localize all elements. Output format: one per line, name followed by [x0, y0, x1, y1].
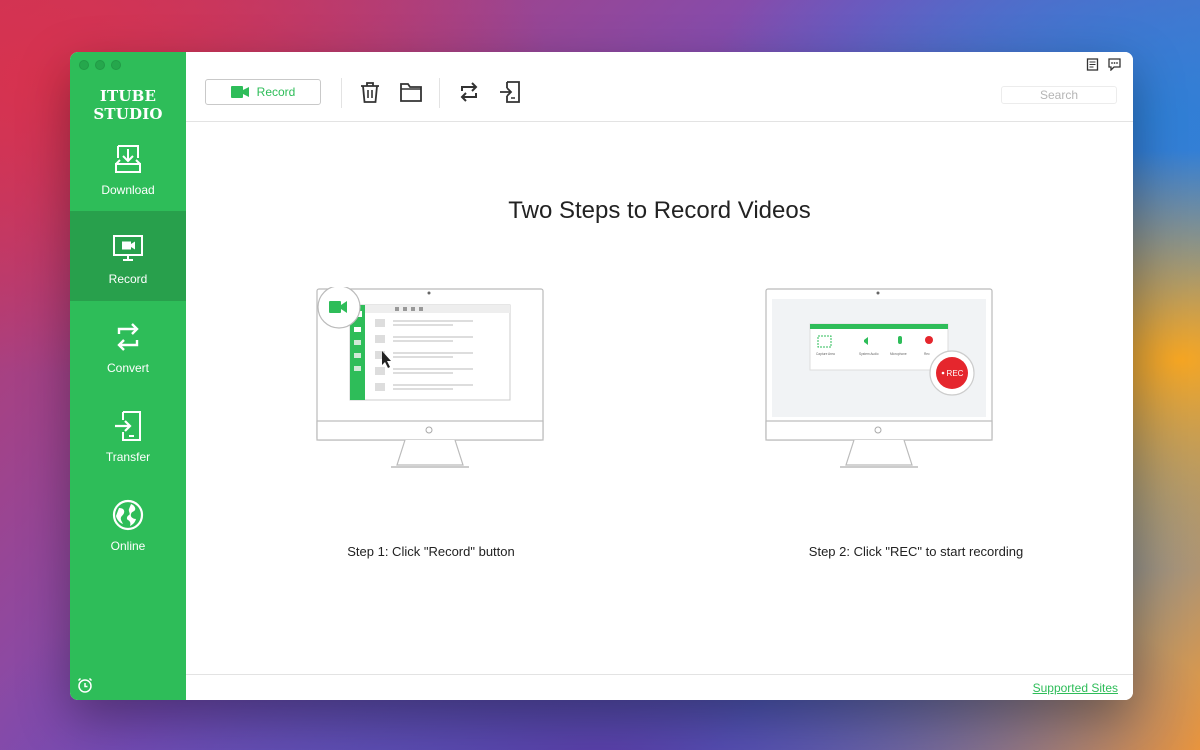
- video-camera-icon: [230, 86, 249, 98]
- zoom-window-button[interactable]: [111, 60, 121, 70]
- search-input[interactable]: [1001, 86, 1117, 104]
- sidebar-item-download[interactable]: Download: [70, 122, 186, 212]
- monitor-icon: [113, 235, 143, 261]
- sidebar-item-label: Online: [110, 539, 146, 553]
- repeat-icon[interactable]: [457, 80, 481, 104]
- record-button[interactable]: Record: [205, 79, 321, 105]
- import-icon[interactable]: [498, 80, 522, 104]
- mini-label-microphone: Microphone: [890, 352, 907, 356]
- download-icon: [115, 145, 141, 173]
- sidebar-item-online[interactable]: Online: [70, 478, 186, 568]
- sidebar-item-convert[interactable]: Convert: [70, 300, 186, 390]
- record-button-label: Record: [256, 85, 296, 99]
- app-window: ITUBE STUDIO Download Record Convert Tra…: [70, 52, 1133, 700]
- convert-icon: [117, 323, 139, 351]
- supported-sites-link[interactable]: Supported Sites: [1033, 681, 1118, 695]
- page-title: Two Steps to Record Videos: [508, 197, 811, 224]
- chat-icon[interactable]: [1108, 58, 1121, 71]
- footer: Supported Sites: [186, 674, 1133, 700]
- step1-illustration: [316, 287, 544, 468]
- toolbar-divider: [341, 78, 342, 108]
- folder-icon[interactable]: [399, 80, 423, 104]
- mini-label-rec: Rec: [924, 352, 930, 356]
- sidebar-item-label: Transfer: [105, 450, 151, 464]
- trash-icon[interactable]: [358, 80, 382, 104]
- minimize-window-button[interactable]: [95, 60, 105, 70]
- sidebar-item-record[interactable]: Record: [70, 211, 186, 301]
- rec-badge-label: REC: [947, 369, 964, 378]
- sidebar-item-label: Record: [108, 272, 148, 286]
- window-controls: [79, 60, 121, 70]
- step2-caption: Step 2: Click "REC" to start recording: [808, 544, 1024, 559]
- step2-illustration: Capture Area System Audio Microphone Rec…: [765, 288, 993, 468]
- app-brand: ITUBE STUDIO: [93, 87, 163, 123]
- notes-icon[interactable]: [1086, 58, 1099, 71]
- toolbar: Record: [186, 52, 1133, 122]
- toolbar-divider: [439, 78, 440, 108]
- sidebar-item-label: Download: [101, 183, 155, 197]
- main-content: Two Steps to Record Videos Step 1: Click…: [186, 122, 1133, 674]
- sidebar: ITUBE STUDIO Download Record Convert Tra…: [70, 52, 186, 700]
- sidebar-item-label: Convert: [106, 361, 150, 375]
- mini-label-capture-area: Capture Area: [816, 352, 835, 356]
- close-window-button[interactable]: [79, 60, 89, 70]
- globe-icon: [112, 499, 144, 531]
- transfer-icon: [115, 411, 141, 441]
- alarm-clock-icon[interactable]: [76, 676, 94, 694]
- mini-label-system-audio: System Audio: [859, 352, 879, 356]
- step1-caption: Step 1: Click "Record" button: [347, 544, 515, 559]
- sidebar-item-transfer[interactable]: Transfer: [70, 389, 186, 479]
